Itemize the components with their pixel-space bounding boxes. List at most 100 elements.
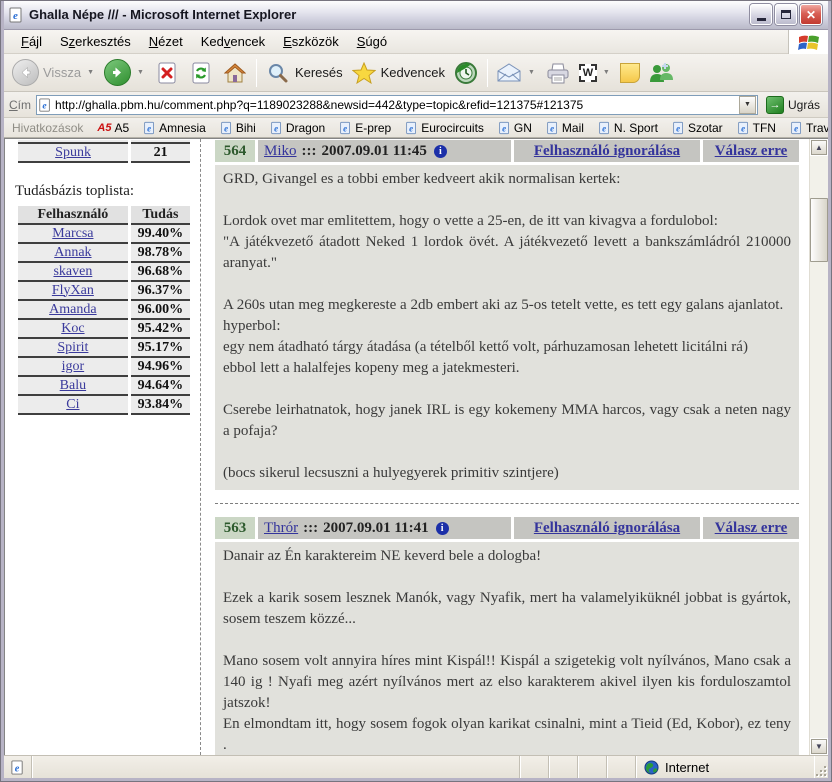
author-link[interactable]: Miko [264,143,297,160]
link-label: E-prep [355,121,391,135]
security-zone-pane: Internet [636,756,814,778]
table-row: igor94.96% [18,358,190,377]
author-link[interactable]: Thrór [264,520,298,537]
ie-page-icon: e [339,121,352,135]
link-tfn[interactable]: eTFN [731,121,782,135]
info-icon[interactable]: i [434,145,447,158]
close-button[interactable]: ✕ [800,4,822,25]
back-button[interactable]: Vissza ▼ [8,57,100,88]
url-input[interactable] [55,98,739,112]
a5-logo-icon: A5 [97,122,111,134]
messenger-button[interactable] [644,58,678,88]
title-bar[interactable]: e Ghalla Népe /// - Microsoft Internet E… [4,0,828,30]
discuss-button[interactable] [616,61,644,85]
user-link[interactable]: Annak [54,245,91,260]
search-icon [265,60,291,86]
link-a5[interactable]: A5A5 [91,121,135,135]
user-link[interactable]: igor [62,359,85,374]
link-nsport[interactable]: eN. Sport [592,121,664,135]
maximize-button[interactable] [775,4,797,25]
user-link[interactable]: skaven [53,264,92,279]
scrollbar-track[interactable] [810,156,828,738]
link-eurocircuits[interactable]: eEurocircuits [399,121,490,135]
info-icon[interactable]: i [436,522,449,535]
link-szotar[interactable]: eSzotar [666,121,729,135]
refresh-icon [188,60,214,86]
menu-file[interactable]: Fájl [12,31,51,52]
mail-chevron-down-icon[interactable]: ▼ [526,69,537,76]
edit-button[interactable]: W ▼ [575,62,616,84]
stop-button[interactable] [150,58,184,88]
history-button[interactable] [449,58,483,88]
vertical-scrollbar[interactable]: ▲ ▼ [809,139,828,755]
user-link[interactable]: FlyXan [52,283,94,298]
home-button[interactable] [218,58,252,88]
address-field[interactable]: e ▼ [36,95,758,115]
toplist-header-row: Felhasználó Tudás [18,206,190,225]
reply-link[interactable]: Válasz erre [703,517,799,539]
go-button[interactable]: → Ugrás [763,95,823,115]
link-travian[interactable]: eTravian [784,121,828,135]
menu-edit[interactable]: Szerkesztés [51,31,140,52]
link-amnesia[interactable]: eAmnesia [137,121,212,135]
links-bar-label: Hivatkozások [6,121,89,135]
scrollbar-thumb[interactable] [810,198,828,262]
forward-chevron-down-icon[interactable]: ▼ [135,69,146,76]
score-value: 93.84% [131,396,190,415]
link-label: Szotar [688,121,723,135]
score-value: 98.78% [131,244,190,263]
link-eprep[interactable]: eE-prep [333,121,397,135]
favorites-button[interactable]: Kedvencek [347,58,449,88]
back-chevron-down-icon[interactable]: ▼ [85,69,96,76]
post-divider [215,503,799,504]
user-link[interactable]: Spirit [57,340,88,355]
scroll-down-button[interactable]: ▼ [810,738,828,755]
address-dropdown-button[interactable]: ▼ [739,96,756,114]
score-value: 94.64% [131,377,190,396]
svg-text:e: e [550,123,554,133]
link-bihi[interactable]: eBihi [214,121,262,135]
sidebar: Spunk 21 Tudásbázis toplista: Felhasznál… [5,139,201,755]
refresh-button[interactable] [184,58,218,88]
ie-page-icon: e [143,121,156,135]
post-header: 563 Thrór ::: 2007.09.01 11:41 i Felhasz… [215,517,799,539]
user-link[interactable]: Koc [61,321,84,336]
link-label: Mail [562,121,584,135]
link-label: Bihi [236,121,256,135]
menu-help[interactable]: Súgó [348,31,396,52]
edit-chevron-down-icon[interactable]: ▼ [601,69,612,76]
ie-page-icon: e [498,121,511,135]
status-pane [607,756,636,778]
ie-page-icon: e [10,760,25,775]
mail-button[interactable]: ▼ [492,58,541,88]
resize-grip[interactable] [814,756,828,778]
link-gn[interactable]: eGN [492,121,538,135]
ie-page-icon: e [270,121,283,135]
post-date: 2007.09.01 11:45 [322,143,427,160]
ignore-user-link[interactable]: Felhasználó ignorálása [514,140,700,162]
user-link[interactable]: Marcsa [52,226,93,241]
score-value: 96.00% [131,301,190,320]
menu-tools[interactable]: Eszközök [274,31,348,52]
user-link[interactable]: Ci [66,397,79,412]
menu-view[interactable]: Nézet [140,31,192,52]
minimize-button[interactable] [750,4,772,25]
ignore-user-link[interactable]: Felhasználó ignorálása [514,517,700,539]
link-dragon[interactable]: eDragon [264,121,331,135]
print-button[interactable] [541,58,575,88]
reply-link[interactable]: Válasz erre [703,140,799,162]
svg-text:e: e [741,123,745,133]
user-link[interactable]: Amanda [49,302,96,317]
link-label: GN [514,121,532,135]
standard-toolbar: Vissza ▼ ▼ Keresés Kedvencek [4,54,828,92]
search-button[interactable]: Keresés [261,58,347,88]
user-link-spunk[interactable]: Spunk [55,145,91,160]
scroll-up-button[interactable]: ▲ [810,139,828,156]
link-mail[interactable]: e Mail [540,121,590,135]
menu-favorites[interactable]: Kedvencek [192,31,274,52]
user-link[interactable]: Balu [60,378,86,393]
maximize-icon [781,10,791,19]
minimize-icon [757,18,766,21]
forward-button[interactable]: ▼ [100,57,150,88]
post-date: 2007.09.01 11:41 [323,520,428,537]
